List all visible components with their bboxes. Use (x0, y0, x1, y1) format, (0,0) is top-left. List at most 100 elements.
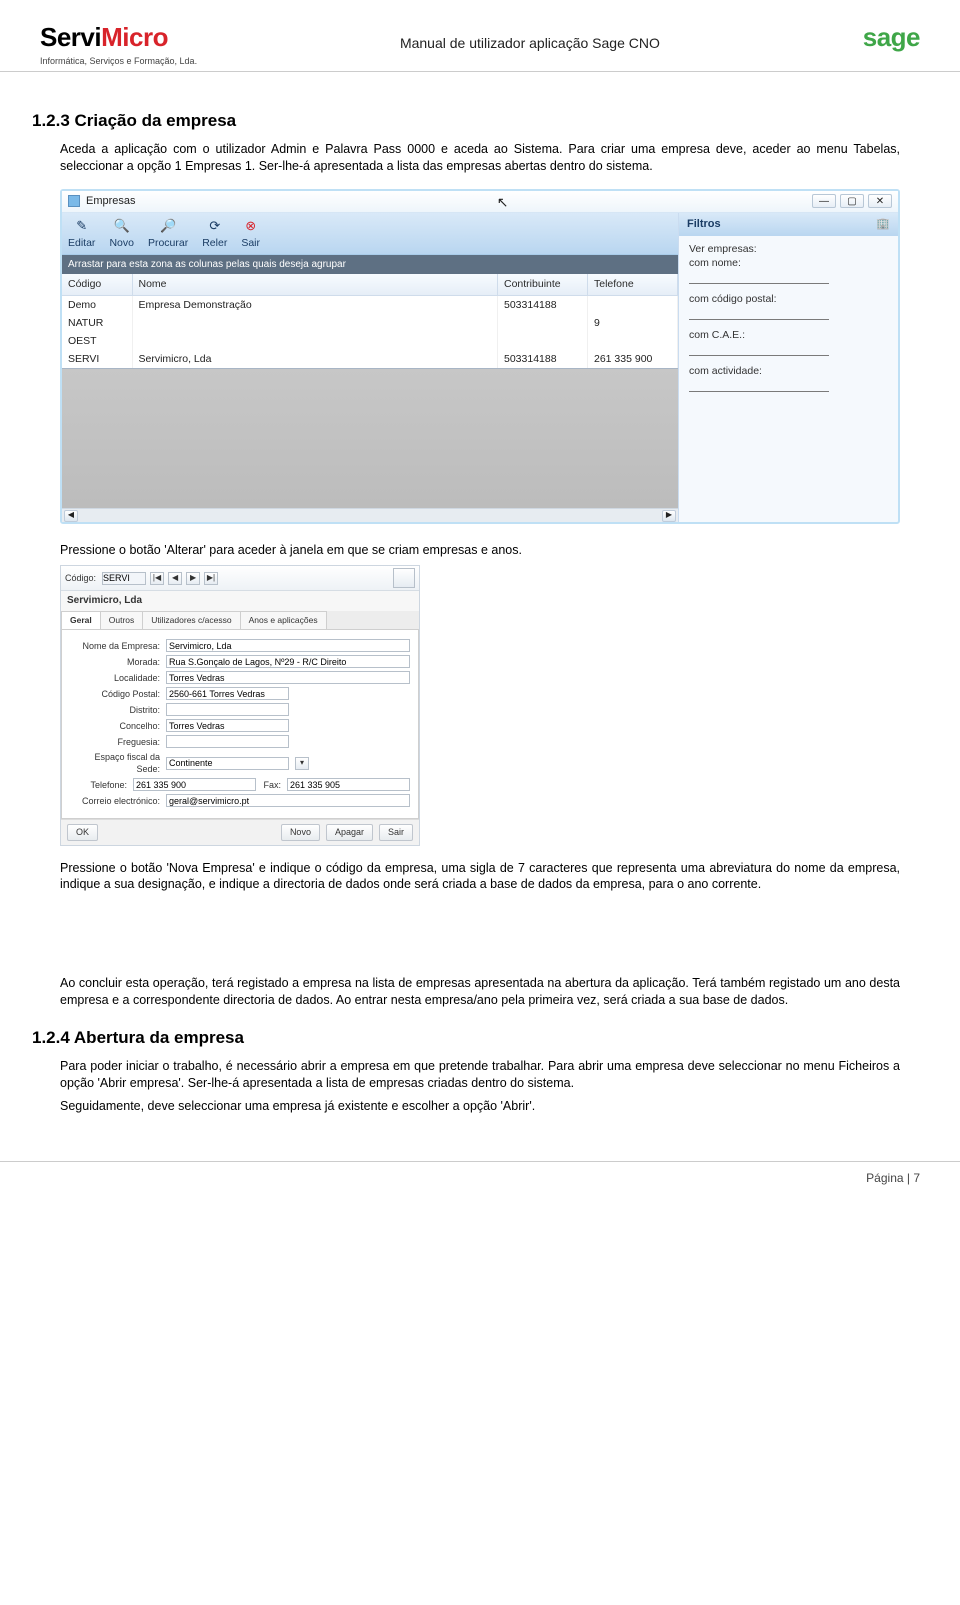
filters-panel: Filtros 🏢 Ver empresas: com nome: com có… (678, 213, 898, 523)
page-header: ServiMicro Informática, Serviços e Forma… (0, 0, 960, 72)
table-row[interactable]: OEST (62, 332, 678, 350)
dialog-empresas: Empresas ↖ — ▢ ✕ ✎Editar 🔍Novo 🔎Procurar… (60, 189, 900, 524)
nav-first-button[interactable]: |◀ (150, 572, 164, 585)
in-morada[interactable] (166, 655, 410, 668)
in-email[interactable] (166, 794, 410, 807)
para-123-1: Aceda a aplicação com o utilizador Admin… (60, 141, 900, 175)
tb-procurar-label: Procurar (148, 236, 188, 250)
cursor-icon: ↖ (497, 193, 509, 212)
tb-reler-label: Reler (202, 236, 227, 250)
empresas-title: Empresas (86, 194, 136, 209)
pencil-icon: ✎ (73, 217, 91, 235)
lbl-com-cae: com C.A.E.: (689, 328, 888, 342)
filter-act-input[interactable] (689, 378, 829, 392)
empresas-titlebar: Empresas ↖ — ▢ ✕ (62, 191, 898, 213)
in-espaco[interactable] (166, 757, 289, 770)
empresas-toolbar: ✎Editar 🔍Novo 🔎Procurar ⟳Reler ⊗Sair (62, 213, 678, 255)
tb-sair[interactable]: ⊗Sair (241, 217, 260, 250)
refresh-icon: ⟳ (206, 217, 224, 235)
tab-geral[interactable]: Geral (61, 611, 101, 629)
tb-sair-label: Sair (241, 236, 260, 250)
empresa-form: Nome da Empresa: Morada: Localidade: Cód… (61, 629, 419, 819)
in-fax[interactable] (287, 778, 410, 791)
lbl-localidade: Localidade: (70, 672, 160, 684)
lbl-telefone: Telefone: (70, 779, 127, 791)
tb-procurar[interactable]: 🔎Procurar (148, 217, 188, 250)
maximize-button[interactable]: ▢ (840, 194, 864, 208)
tab-utilizadores[interactable]: Utilizadores c/acesso (142, 611, 240, 629)
group-by-bar[interactable]: Arrastar para esta zona as colunas pelas… (62, 255, 678, 275)
filter-nome-input[interactable] (689, 270, 829, 284)
lbl-email: Correio electrónico: (70, 795, 160, 807)
para-123-4: Ao concluir esta operação, terá registad… (60, 975, 900, 1009)
company-name: Servimicro, Lda (61, 591, 419, 611)
heading-123: 1.2.3 Criação da empresa (32, 110, 900, 133)
espaco-dropdown-icon[interactable]: ▾ (295, 757, 309, 770)
table-row[interactable]: DemoEmpresa Demonstração503314188 (62, 295, 678, 314)
lbl-com-cp: com código postal: (689, 292, 888, 306)
page-footer: Página | 7 (0, 1161, 960, 1210)
scroll-left-icon[interactable]: ◀ (64, 510, 78, 522)
tb-editar[interactable]: ✎Editar (68, 217, 95, 250)
logo-servimicro: ServiMicro Informática, Serviços e Forma… (40, 20, 197, 67)
empresa-tabs: Geral Outros Utilizadores c/acesso Anos … (61, 611, 419, 629)
filter-cae-input[interactable] (689, 342, 829, 356)
in-freguesia[interactable] (166, 735, 289, 748)
para-124-1: Para poder iniciar o trabalho, é necessá… (60, 1058, 900, 1092)
in-localidade[interactable] (166, 671, 410, 684)
para-123-2: Pressione o botão 'Alterar' para aceder … (60, 542, 900, 559)
magnifier-icon: 🔍 (113, 217, 131, 235)
nav-prev-button[interactable]: ◀ (168, 572, 182, 585)
tab-anos[interactable]: Anos e aplicações (240, 611, 327, 629)
in-concelho[interactable] (166, 719, 289, 732)
lbl-fax: Fax: (262, 779, 281, 791)
code-input[interactable] (102, 572, 146, 585)
lbl-morada: Morada: (70, 656, 160, 668)
lookup-button[interactable] (393, 568, 415, 588)
page-number: Página | 7 (866, 1171, 920, 1185)
minimize-button[interactable]: — (812, 194, 836, 208)
close-button[interactable]: ✕ (868, 194, 892, 208)
empresas-grid: Código Nome Contribuinte Telefone DemoEm… (62, 274, 678, 368)
lbl-com-nome: com nome: (689, 256, 888, 270)
logo-sage: sage (863, 20, 920, 55)
in-cp[interactable] (166, 687, 289, 700)
scroll-right-icon[interactable]: ▶ (662, 510, 676, 522)
col-nome[interactable]: Nome (132, 274, 498, 295)
tb-novo[interactable]: 🔍Novo (109, 217, 134, 250)
building-icon: 🏢 (876, 217, 890, 232)
lbl-nome: Nome da Empresa: (70, 640, 160, 652)
filter-cp-input[interactable] (689, 306, 829, 320)
ok-button[interactable]: OK (67, 824, 98, 840)
logo-subtitle: Informática, Serviços e Formação, Lda. (40, 55, 197, 67)
in-distrito[interactable] (166, 703, 289, 716)
logo-text-micro: Micro (101, 22, 168, 52)
table-row[interactable]: SERVIServimicro, Lda503314188261 335 900 (62, 350, 678, 368)
grid-empty-area (62, 368, 678, 508)
tb-novo-label: Novo (109, 236, 134, 250)
logo-text-servi: Servi (40, 22, 101, 52)
sair-button[interactable]: Sair (379, 824, 413, 840)
lbl-com-act: com actividade: (689, 364, 888, 378)
table-row[interactable]: NATUR9 (62, 314, 678, 332)
in-nome[interactable] (166, 639, 410, 652)
empresa-bottombar: OK Novo Apagar Sair (61, 819, 419, 844)
tab-outros[interactable]: Outros (100, 611, 144, 629)
in-telefone[interactable] (133, 778, 256, 791)
filters-title: Filtros (687, 217, 721, 232)
col-tel[interactable]: Telefone (588, 274, 678, 295)
hscrollbar[interactable]: ◀ ▶ (62, 508, 678, 522)
nav-next-button[interactable]: ▶ (186, 572, 200, 585)
lbl-freguesia: Freguesia: (70, 736, 160, 748)
apagar-button[interactable]: Apagar (326, 824, 373, 840)
tb-reler[interactable]: ⟳Reler (202, 217, 227, 250)
lbl-espaco: Espaço fiscal da Sede: (70, 751, 160, 775)
para-124-2: Seguidamente, deve seleccionar uma empre… (60, 1098, 900, 1115)
col-codigo[interactable]: Código (62, 274, 132, 295)
col-contrib[interactable]: Contribuinte (498, 274, 588, 295)
para-123-3: Pressione o botão 'Nova Empresa' e indiq… (60, 860, 900, 894)
lbl-distrito: Distrito: (70, 704, 160, 716)
nav-last-button[interactable]: ▶| (204, 572, 218, 585)
novo-button[interactable]: Novo (281, 824, 320, 840)
code-label: Código: (65, 572, 96, 584)
